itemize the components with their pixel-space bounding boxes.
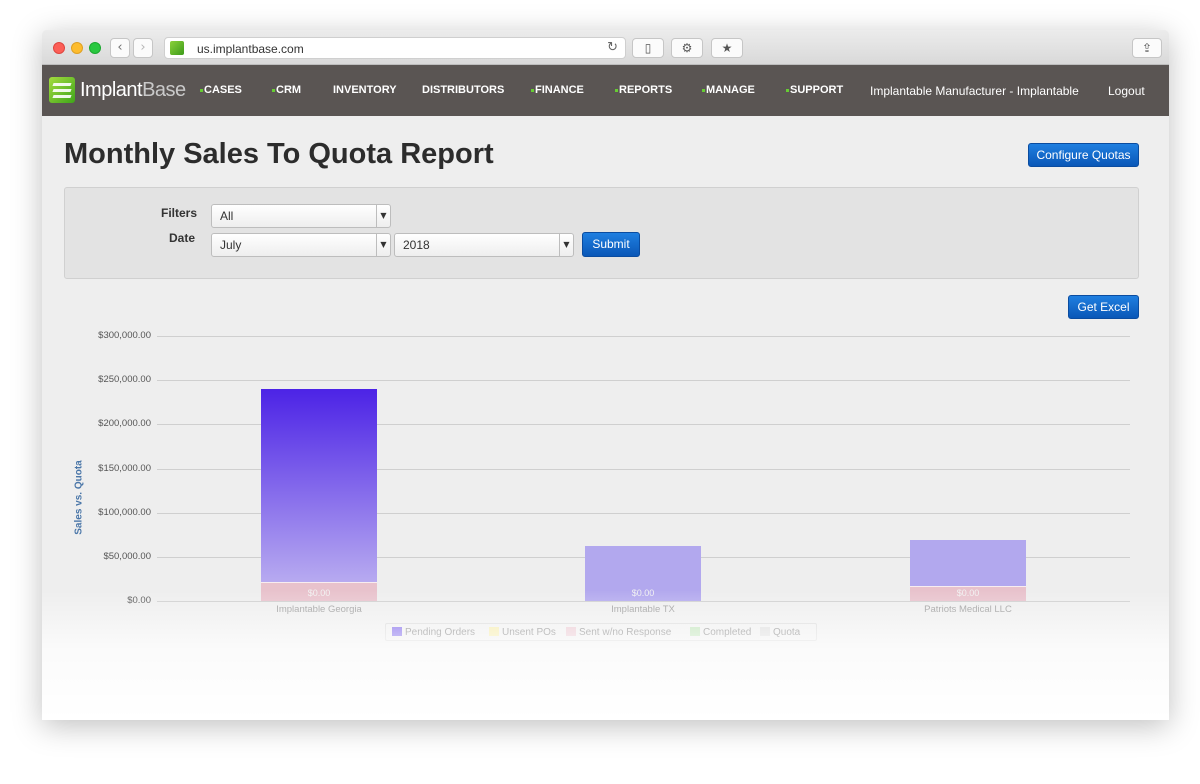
gridline — [157, 336, 1130, 337]
legend-swatch — [566, 627, 576, 636]
forward-icon[interactable]: › — [133, 38, 153, 58]
legend-swatch — [690, 627, 700, 636]
logo-text-main: Implant — [80, 79, 143, 101]
logo-text-light: Base — [142, 79, 186, 101]
close-window-button[interactable] — [53, 42, 65, 54]
sidebar-toggle-icon[interactable]: ▯ — [632, 38, 664, 58]
legend-item[interactable]: Completed — [690, 627, 751, 638]
legend-swatch — [392, 627, 402, 636]
logo-mark-icon — [49, 77, 75, 103]
sales-quota-chart: Sales vs. Quota $0.00 $50,000.00 $100,000.… — [42, 320, 1169, 650]
legend-item[interactable]: Unsent POs — [489, 627, 556, 638]
bookmark-star-icon[interactable]: ★ — [711, 38, 743, 58]
minimize-window-button[interactable] — [71, 42, 83, 54]
y-tick-label: $300,000.00 — [98, 330, 151, 341]
bar-divider — [261, 581, 377, 583]
bar-data-label: $0.00 — [631, 588, 655, 598]
reload-icon[interactable]: ↻ — [607, 40, 618, 55]
y-tick-label: $200,000.00 — [98, 418, 151, 430]
legend-label: Completed — [703, 627, 752, 638]
chevron-down-icon: ▼ — [376, 234, 390, 256]
app-navbar: ImplantBase CASES CRM INVENTORY DISTRIBU… — [42, 65, 1169, 116]
x-category-label: Implantable Georgia — [276, 604, 362, 615]
nav-manage[interactable]: MANAGE — [702, 84, 755, 96]
x-category-label: Implantable TX — [611, 604, 675, 615]
nav-support[interactable]: SUPPORT — [786, 84, 843, 96]
y-tick-label: $100,000.00 — [98, 506, 151, 518]
page-title: Monthly Sales To Quota Report — [64, 138, 494, 170]
y-tick-label: $250,000.00 — [98, 374, 151, 386]
legend-item[interactable]: Sent w/no Response — [566, 627, 671, 638]
nav-inventory[interactable]: INVENTORY — [333, 84, 397, 96]
legend-item[interactable]: Pending Orders — [392, 627, 475, 638]
account-name-link[interactable]: Implantable Manufacturer - Implantable — [870, 84, 1079, 98]
gear-icon[interactable]: ⚙ — [671, 38, 703, 58]
y-tick-label: $150,000.00 — [98, 462, 151, 474]
zoom-window-button[interactable] — [89, 42, 101, 54]
month-select[interactable]: July ▼ — [211, 233, 391, 257]
legend-label: Unsent POs — [502, 627, 556, 638]
nav-crm[interactable]: CRM — [272, 84, 301, 96]
filters-label: Filters — [161, 206, 198, 220]
date-label: Date — [169, 231, 196, 245]
get-excel-button[interactable]: Get Excel — [1068, 295, 1139, 319]
bar-divider — [910, 585, 1026, 587]
nav-reports[interactable]: REPORTS — [615, 84, 672, 96]
bar-pending-orders[interactable] — [261, 389, 377, 582]
submit-button[interactable]: Submit — [582, 232, 640, 257]
bar-data-label: $0.00 — [956, 588, 980, 598]
x-category-label: Patriots Medical LLC — [924, 604, 1012, 615]
chevron-down-icon: ▼ — [376, 205, 390, 227]
gridline — [157, 601, 1130, 602]
url-text: us.implantbase.com — [197, 42, 304, 56]
address-bar[interactable]: us.implantbase.com ↻ — [164, 37, 626, 59]
configure-quotas-button[interactable]: Configure Quotas — [1028, 143, 1139, 167]
y-tick-label: $50,000.00 — [103, 550, 151, 562]
chevron-down-icon: ▼ — [559, 234, 573, 256]
year-select[interactable]: 2018 ▼ — [394, 233, 574, 257]
browser-toolbar: ‹ › us.implantbase.com ↻ ▯ ⚙ ★ ⇪ — [42, 30, 1169, 65]
nav-finance[interactable]: FINANCE — [531, 84, 584, 96]
logout-link[interactable]: Logout — [1108, 84, 1145, 98]
nav-distributors[interactable]: DISTRIBUTORS — [422, 84, 504, 96]
back-icon[interactable]: ‹ — [110, 38, 130, 58]
share-icon[interactable]: ⇪ — [1132, 38, 1162, 58]
legend-label: Pending Orders — [405, 627, 476, 638]
y-tick-label: $0.00 — [127, 595, 151, 606]
legend-item[interactable]: Quota — [760, 627, 800, 638]
legend-label: Sent w/no Response — [579, 627, 672, 638]
chart-legend[interactable]: Pending Orders Unsent POs Sent w/no Respon… — [385, 623, 817, 641]
site-favicon-icon — [170, 41, 184, 55]
browser-window: ‹ › us.implantbase.com ↻ ▯ ⚙ ★ ⇪ Implant… — [42, 30, 1169, 720]
bar-data-label: $0.00 — [307, 588, 331, 598]
nav-cases[interactable]: CASES — [200, 84, 242, 96]
legend-swatch — [489, 627, 499, 636]
gridline — [157, 380, 1130, 382]
bar-pending-orders[interactable] — [910, 540, 1026, 586]
filter-select[interactable]: All ▼ — [211, 204, 391, 228]
legend-swatch — [760, 627, 770, 636]
legend-label: Quota — [773, 627, 801, 638]
